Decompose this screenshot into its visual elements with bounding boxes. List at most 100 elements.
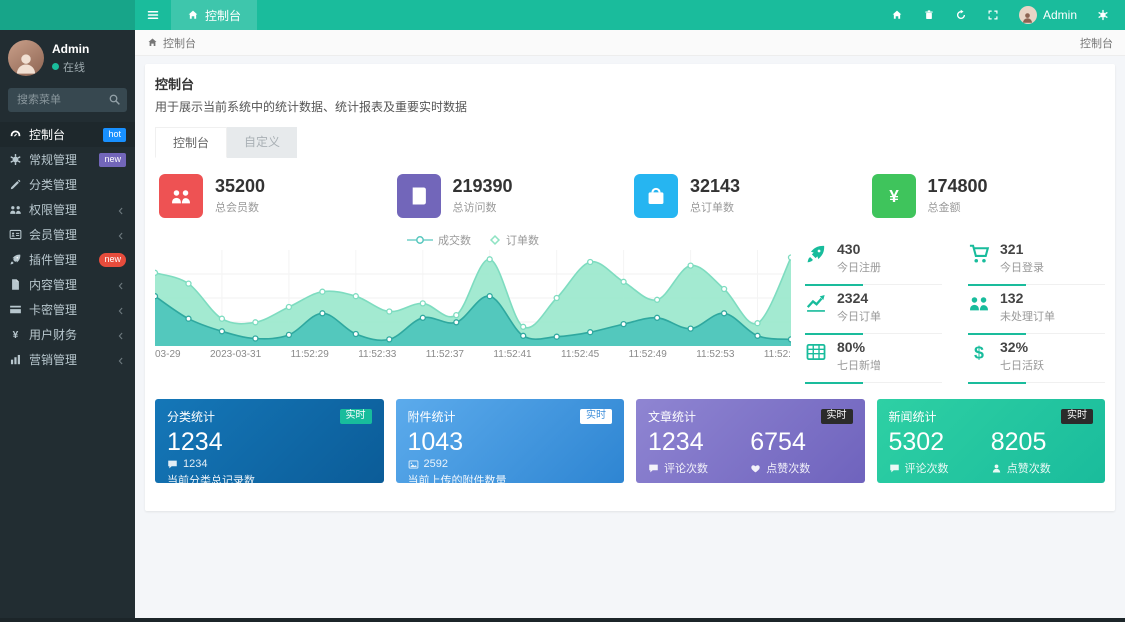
sidebar-item-9[interactable]: 营销管理 [0,347,135,372]
cart-icon [968,243,990,265]
topbar-trash-icon-button[interactable] [923,9,935,21]
dashboard-tabs: 控制台自定义 [155,127,297,158]
sidebar-item-3[interactable]: 权限管理 [0,197,135,222]
x-tick-label: 03-29 [155,349,181,360]
legend-item[interactable]: 订单数 [489,232,539,248]
card-title: 文章统计 [648,408,696,425]
topbar-tab-console[interactable]: 控制台 [171,0,257,30]
comment-icon [889,463,900,474]
x-tick-label: 11:52:41 [493,349,531,360]
online-dot [52,63,59,70]
app-logo[interactable] [0,0,135,30]
stat-value: 32143 [690,177,740,197]
stat-card: ¥174800总金额 [868,174,1106,218]
legend-item[interactable]: 成交数 [407,232,471,248]
topbar-settings-button[interactable] [1097,9,1109,21]
sidebar-item-7[interactable]: 卡密管理 [0,297,135,322]
sidebar-item-6[interactable]: 内容管理 [0,272,135,297]
online-label: 在线 [63,59,85,75]
breadcrumb[interactable]: 控制台 [147,35,196,51]
x-tick-label: 2023-03-31 [210,349,261,360]
pencil-icon [9,178,22,191]
home-icon [187,9,199,21]
tab-inactive[interactable]: 自定义 [227,127,297,158]
expand-icon [987,9,999,21]
id-card-icon [9,228,22,241]
table-icon [805,341,827,363]
gear-icon [1097,9,1109,21]
mini-stat-label: 今日订单 [837,308,881,324]
svg-text:¥: ¥ [13,330,19,341]
mini-stat-value: 132 [1000,290,1055,306]
bar-chart-icon [9,353,22,366]
sidebar: Admin 在线 控制台hot常规管理new 分类管理权限管理会员管理插件管理ne… [0,0,135,622]
content-area: 控制台 用于展示当前系统中的统计数据、统计报表及重要实时数据 控制台自定义 35… [135,56,1125,622]
sidebar-item-4[interactable]: 会员管理 [0,222,135,247]
users-icon [9,203,22,216]
topbar-user-menu[interactable]: Admin [1019,6,1077,24]
sidebar-item-label: 内容管理 [29,276,109,293]
stat-value: 219390 [453,177,513,197]
topbar-refresh-icon-button[interactable] [955,9,967,21]
mini-stat: 430今日注册 [805,236,942,285]
comment-icon [648,463,659,474]
sidebar-item-8[interactable]: ¥用户财务 [0,322,135,347]
hamburger-icon [146,8,160,22]
yen-icon: ¥ [883,185,905,207]
bottom-cards-row: 分类统计实时12341234当前分类总记录数附件统计实时10432592当前上传… [155,399,1105,483]
sidebar-badge: new [99,153,126,167]
sidebar-toggle-button[interactable] [135,0,171,30]
sidebar-user-name: Admin [52,42,89,56]
topbar-expand-icon-button[interactable] [987,9,999,21]
search-icon[interactable] [108,93,121,106]
legend-marker-icon [407,235,433,245]
legend-marker-icon [489,234,501,246]
card-title: 分类统计 [167,408,215,425]
x-tick-label: 11:52:37 [426,349,464,360]
sidebar-user-info: Admin 在线 [52,42,89,75]
user-icon [991,463,1002,474]
card-title: 附件统计 [408,408,456,425]
card-big-value: 1043 [408,428,613,457]
avatar [8,40,44,76]
sidebar-item-5[interactable]: 插件管理new [0,247,135,272]
card-col-label: 评论次数 [905,460,949,476]
x-tick-label: 11:52:29 [291,349,329,360]
bag-icon [645,185,667,207]
sidebar-item-label: 分类管理 [29,176,126,193]
mini-stat-label: 七日活跃 [1000,357,1044,373]
tab-active[interactable]: 控制台 [155,127,227,158]
topbar-home-icon-button[interactable] [891,9,903,21]
trash-icon [923,9,935,21]
sidebar-item-1[interactable]: 常规管理new [0,147,135,172]
sidebar-item-0[interactable]: 控制台hot [0,122,135,147]
mini-stat: 2324 今日订单 [805,285,942,334]
bottom-strip [0,618,1125,622]
sidebar-item-label: 会员管理 [29,226,109,243]
realtime-badge: 实时 [821,409,853,424]
topbar-right: Admin [891,6,1125,24]
breadcrumb-bar: 控制台 控制台 [135,30,1125,56]
mini-stat-value: 430 [837,241,881,257]
sidebar-menu: 控制台hot常规管理new 分类管理权限管理会员管理插件管理new 内容管理卡密管理… [0,122,135,372]
card-title: 新闻统计 [889,408,937,425]
sidebar-user-status: 在线 [52,59,89,75]
sidebar-item-label: 权限管理 [29,201,109,218]
mini-stat-value: 2324 [837,290,881,306]
person-icon [1021,11,1034,24]
svg-text:$: $ [974,343,984,363]
summary-card: 分类统计实时12341234当前分类总记录数 [155,399,384,483]
card-big-value: 1234 [167,428,372,457]
yen-icon: ¥ [9,328,22,341]
comment-icon [167,459,178,470]
book-icon [408,185,430,207]
heart-icon [750,463,761,474]
stat-card: 35200总会员数 [155,174,393,218]
mini-stat-value: 80% [837,339,881,355]
credit-card-icon [9,303,22,316]
file-icon [9,278,22,291]
person-icon [13,50,39,76]
sidebar-item-2[interactable]: 分类管理 [0,172,135,197]
page-title: 控制台 [155,74,1105,93]
mini-stats-grid: 430今日注册321今日登录2324今日订单132未处理订单80%七日新增$32… [805,232,1105,383]
